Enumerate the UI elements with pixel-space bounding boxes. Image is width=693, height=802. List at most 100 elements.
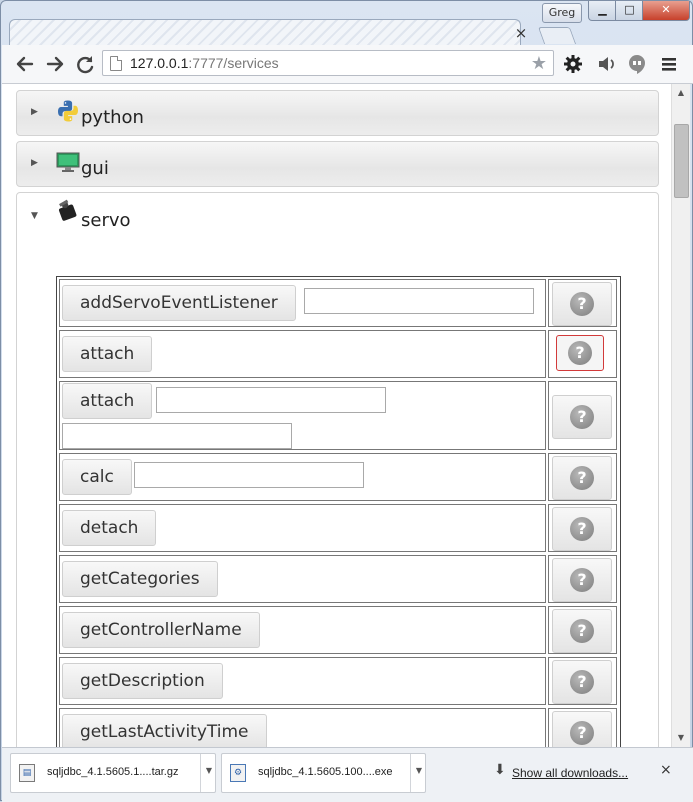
method-argument-input[interactable] [62,423,292,449]
method-argument-input[interactable] [134,462,364,488]
method-button[interactable]: detach [62,510,157,546]
method-button[interactable]: getDescription [62,663,223,699]
method-cell: attach [59,330,546,378]
browser-window: × Greg ▁ □ ✕ 127.0.0.1:7777/services ★ ▶… [0,0,693,802]
method-cell: calc [59,453,546,501]
method-cell: detach [59,504,546,552]
help-cell: ? [548,708,617,747]
speaker-extension-icon[interactable] [595,53,617,75]
accordion-header-python[interactable]: ▶ python [16,90,659,136]
new-tab-button[interactable] [537,27,577,44]
method-row: getControllerName? [57,604,620,655]
accordion-header-gui[interactable]: ▶ gui [16,141,659,187]
archive-file-icon: ▤ [19,764,35,782]
question-mark-icon: ? [570,721,594,745]
installer-file-icon: ⚙ [230,764,246,782]
question-mark-icon: ? [568,341,592,365]
download-item[interactable]: ⚙ sqljdbc_4.1.5605.100....exe ▼ [221,753,426,793]
download-options-caret-icon[interactable]: ▼ [416,766,422,775]
help-button[interactable]: ? [552,507,612,551]
python-logo-icon [56,99,80,123]
reload-icon[interactable] [74,53,96,75]
method-cell: getLastActivityTime [59,708,546,747]
help-cell: ? [548,453,617,501]
collapsed-arrow-icon: ▶ [31,158,38,168]
url-text: 127.0.0.1:7777/services [130,55,279,71]
bookmark-star-icon[interactable]: ★ [531,53,547,74]
browser-toolbar: 127.0.0.1:7777/services ★ [2,45,693,84]
expanded-arrow-icon: ▼ [31,211,38,221]
menu-icon[interactable] [658,53,680,75]
method-argument-input[interactable] [304,288,534,314]
scroll-up-arrow-icon[interactable]: ▲ [672,86,690,100]
help-cell: ? [548,657,617,705]
method-row: detach? [57,502,620,553]
question-mark-icon: ? [570,517,594,541]
accordion-header-servo[interactable]: ▼ servo [16,192,659,240]
close-window-button[interactable]: ✕ [642,1,690,21]
servo-motor-icon [56,199,80,223]
download-arrow-icon: ⬇ [494,762,506,778]
scroll-down-arrow-icon[interactable]: ▼ [672,731,690,745]
monitor-icon [56,150,80,174]
method-row: calc? [57,451,620,502]
accordion-label: python [81,107,144,128]
show-all-downloads-link[interactable]: Show all downloads... [512,766,628,780]
page-icon [110,56,122,71]
accordion-label: servo [81,210,131,231]
download-options-caret-icon[interactable]: ▼ [206,766,212,775]
forward-icon[interactable] [44,53,66,75]
minimize-button[interactable]: ▁ [588,1,617,21]
help-button[interactable]: ? [552,609,612,653]
methods-table: addServoEventListener? attach? attach? calc… [56,276,621,748]
close-downloads-bar-icon[interactable]: × [660,762,672,778]
method-cell: getControllerName [59,606,546,654]
accordion-label: gui [81,158,109,179]
method-row: attach? [57,379,620,451]
settings-gear-icon[interactable] [562,53,584,75]
method-button[interactable]: attach [62,336,153,372]
method-row: getCategories? [57,553,620,604]
help-button[interactable]: ? [552,395,612,439]
tab-close-icon[interactable]: × [511,23,531,43]
download-item[interactable]: ▤ sqljdbc_4.1.5605.1....tar.gz ▼ [10,753,216,793]
method-cell: getDescription [59,657,546,705]
collapsed-arrow-icon: ▶ [31,107,38,117]
help-cell: ? [548,279,617,327]
help-button[interactable]: ? [552,456,612,500]
help-cell: ? [548,381,617,450]
vertical-scrollbar[interactable]: ▲ ▼ [671,84,690,747]
method-button[interactable]: getControllerName [62,612,260,648]
address-bar[interactable]: 127.0.0.1:7777/services ★ [102,50,554,76]
method-button[interactable]: addServoEventListener [62,285,296,321]
back-icon[interactable] [14,53,36,75]
hangouts-icon[interactable] [626,53,648,75]
scroll-thumb[interactable] [674,124,689,198]
maximize-button[interactable]: □ [615,1,644,21]
method-button[interactable]: getLastActivityTime [62,714,267,747]
method-argument-input[interactable] [156,387,386,413]
help-button[interactable]: ? [552,711,612,747]
question-mark-icon: ? [570,568,594,592]
profile-badge[interactable]: Greg [542,3,582,23]
download-filename: sqljdbc_4.1.5605.1....tar.gz [47,766,179,778]
help-button[interactable]: ? [552,660,612,704]
method-row: getLastActivityTime? [57,706,620,747]
method-cell: attach [59,381,546,450]
help-cell: ? [548,504,617,552]
method-row: attach? [57,328,620,379]
method-button[interactable]: getCategories [62,561,218,597]
download-filename: sqljdbc_4.1.5605.100....exe [258,766,393,778]
help-cell: ? [548,555,617,603]
help-button[interactable]: ? [556,335,604,371]
help-button[interactable]: ? [552,282,612,326]
question-mark-icon: ? [570,292,594,316]
help-button[interactable]: ? [552,558,612,602]
method-button[interactable]: calc [62,459,132,495]
tab-strip[interactable] [9,19,521,46]
method-button[interactable]: attach [62,383,153,419]
help-cell: ? [548,606,617,654]
question-mark-icon: ? [570,619,594,643]
help-cell: ? [548,330,617,378]
question-mark-icon: ? [570,466,594,490]
